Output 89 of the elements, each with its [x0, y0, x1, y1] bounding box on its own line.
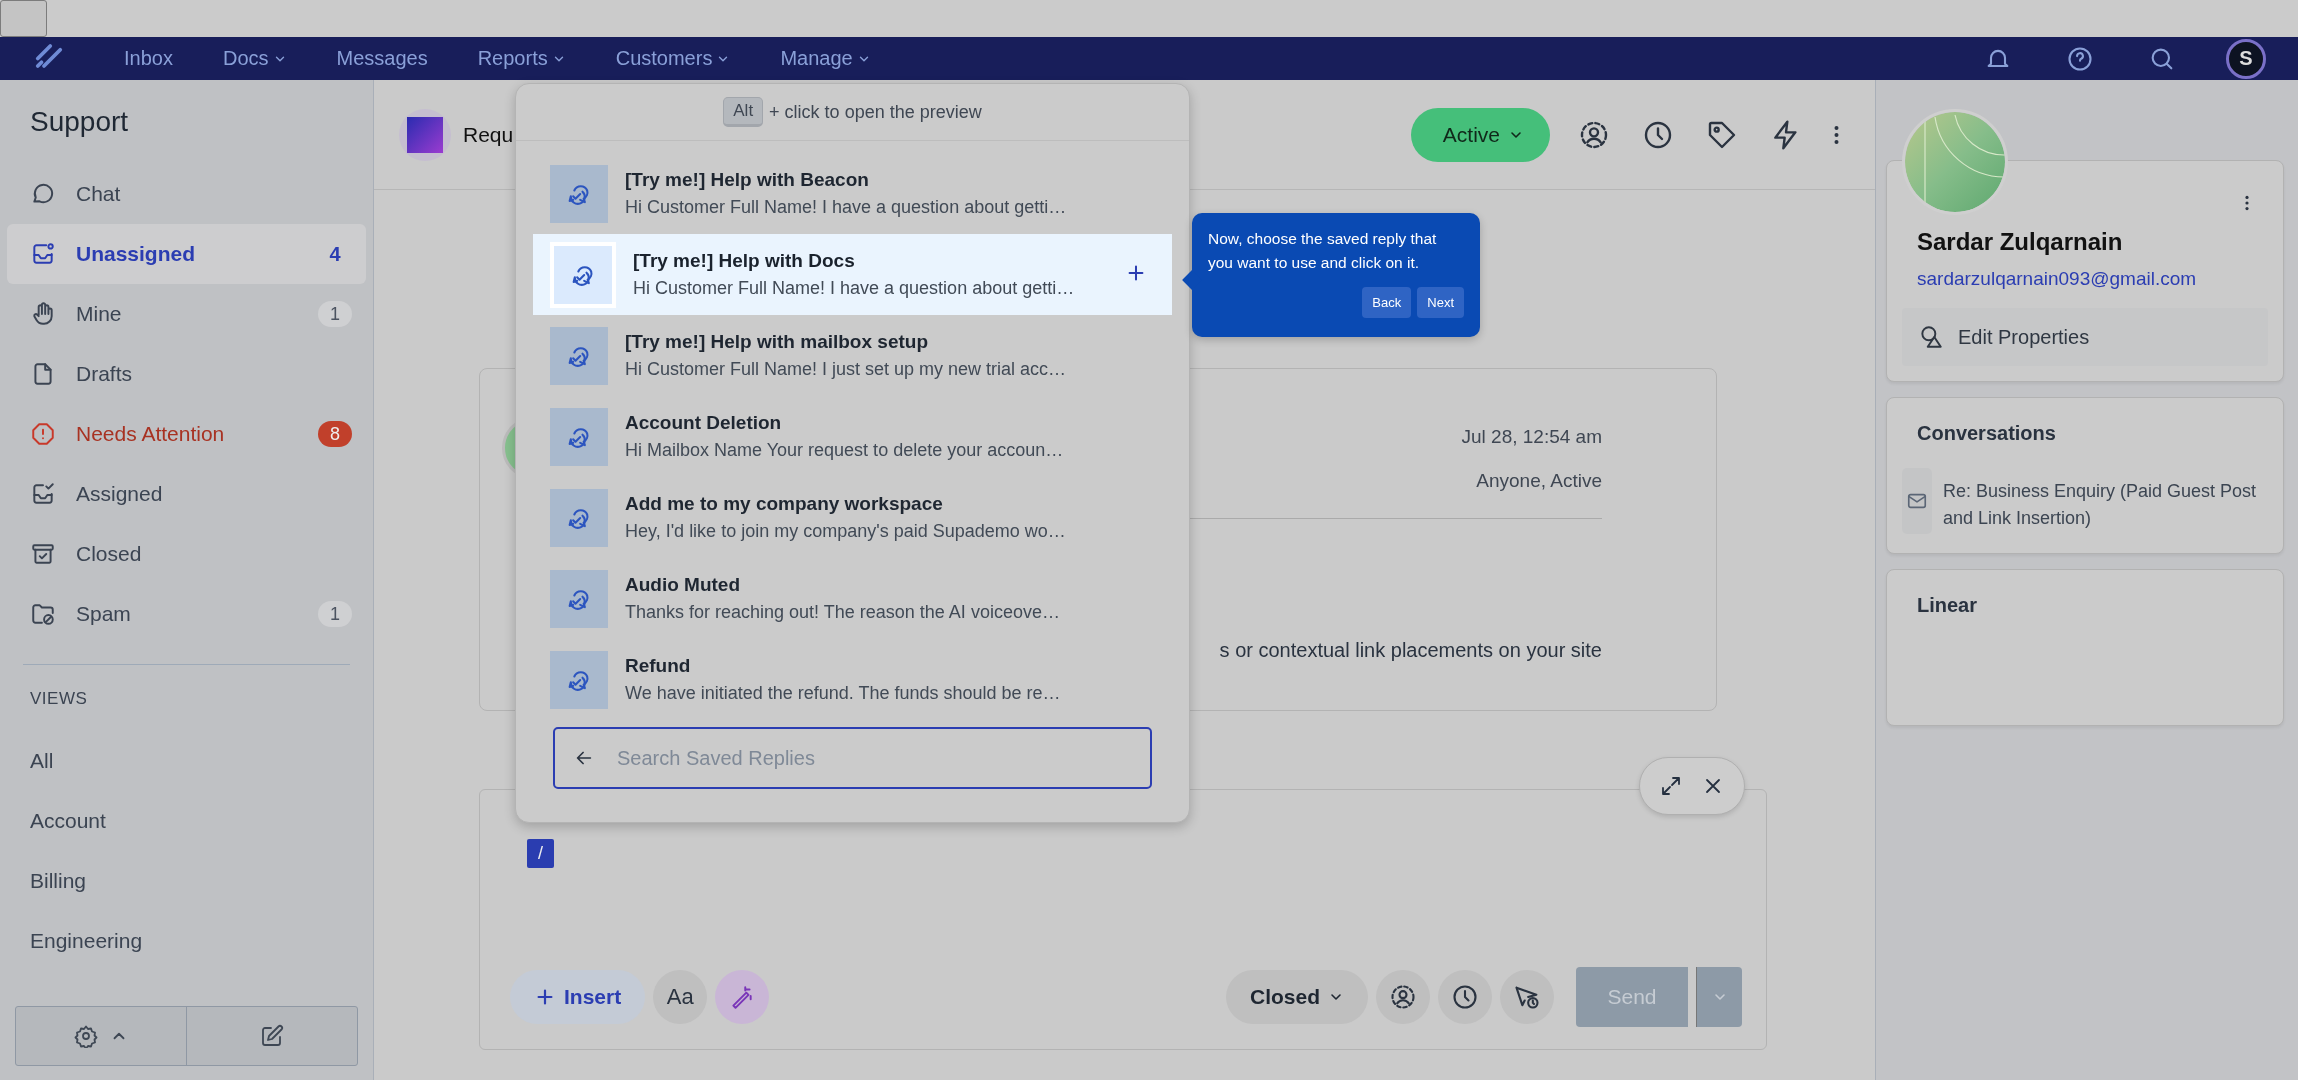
sidebar-item[interactable]: Spam 1: [7, 584, 366, 644]
reply-preview: Hi Mailbox Name Your request to delete your accoun…: [625, 440, 1064, 461]
nav-link[interactable]: Customers: [615, 47, 731, 70]
shapes-icon: [1918, 324, 1944, 350]
sidebar-title: Support: [29, 105, 130, 139]
nav-link[interactable]: Docs: [222, 47, 287, 70]
more-icon: [2245, 193, 2249, 213]
reply-preview: Hi Customer Full Name! I just set up my new trial acc…: [625, 359, 1067, 380]
view-item[interactable]: All: [7, 731, 366, 791]
sidebar-item[interactable]: Drafts: [7, 344, 366, 404]
reply-title: Add me to my company workspace: [625, 493, 944, 515]
archive-icon: [30, 541, 56, 567]
message-assignee: Anyone, Active: [1476, 470, 1602, 492]
sidebar-label: Closed: [76, 542, 143, 566]
reply-title: Audio Muted: [625, 574, 742, 596]
format-button[interactable]: Aa: [653, 970, 708, 1024]
card-heading: Linear: [1916, 593, 1979, 617]
tooltip-button[interactable]: Next: [1417, 287, 1464, 318]
sidebar-label: Needs Attention: [76, 422, 226, 446]
settings-icon: [74, 1024, 98, 1048]
customer-name: Sardar Zulqarnain: [1917, 228, 2124, 256]
alert-icon: [30, 421, 56, 447]
insert-button[interactable]: Insert: [510, 970, 646, 1024]
reply-title: [Try me!] Help with Beacon: [625, 169, 870, 191]
person-icon: [1389, 983, 1417, 1011]
sidebar-label: Drafts: [76, 362, 133, 386]
conversation-title: Requ: [463, 122, 514, 147]
sidebar-item[interactable]: Mine 1: [7, 284, 366, 344]
view-item[interactable]: Engineering: [7, 911, 366, 971]
saved-reply-item[interactable]: [Try me!] Help with Beacon Hi Customer Full Name! I have a question about getti…: [533, 153, 1172, 234]
nav-link[interactable]: Messages: [336, 47, 428, 70]
sidebar-item[interactable]: Assigned: [7, 464, 366, 524]
hand-icon: [30, 301, 56, 327]
user-avatar[interactable]: S: [2226, 38, 2266, 79]
reply-preview: Thanks for reaching out! The reason the AI voiceove…: [625, 602, 1060, 623]
edit-icon: [260, 1024, 284, 1048]
sidebar-label: Mine: [76, 302, 123, 326]
sidebar-label: Spam: [76, 602, 132, 626]
view-item[interactable]: Billing: [7, 851, 366, 911]
views-heading: VIEWS: [29, 689, 89, 710]
tooltip-button[interactable]: Back: [1362, 287, 1412, 318]
sidebar-label: Assigned: [76, 482, 164, 506]
slash-command: /: [527, 839, 554, 868]
count-badge: 1: [318, 601, 352, 627]
sidebar-item[interactable]: Closed: [7, 524, 366, 584]
nav-link[interactable]: Reports: [477, 47, 566, 70]
reply-title: [Try me!] Help with Docs: [633, 250, 856, 272]
sidebar-label: Chat: [76, 182, 122, 206]
nav-link[interactable]: Inbox: [124, 47, 173, 70]
sidebar-item[interactable]: Needs Attention 8: [7, 404, 366, 464]
message-date: Jul 28, 12:54 am: [1461, 426, 1602, 448]
reply-preview: Hi Customer Full Name! I have a question about getti…: [625, 197, 1067, 218]
edit-properties-button[interactable]: Edit Properties: [1902, 308, 2268, 366]
sidebar-item[interactable]: Chat: [7, 164, 366, 224]
saved-reply-item[interactable]: [Try me!] Help with mailbox setup Hi Customer Full Name! I just set up my new trial acc…: [533, 315, 1172, 396]
expand-icon: [1659, 774, 1683, 798]
hint-text: + click to open the preview: [769, 101, 982, 123]
count-badge: 1: [318, 301, 352, 327]
tooltip-text: Now, choose the saved reply that you want to use and click on it.: [1208, 229, 1438, 273]
inbox-check-icon: [30, 481, 56, 507]
reply-preview: Hey, I'd like to join my company's paid Supademo wo…: [625, 521, 1066, 542]
status-dropdown[interactable]: Closed: [1226, 970, 1368, 1024]
conversation-link[interactable]: Re: Business Enquiry (Paid Guest Post and Link Insertion): [1942, 468, 2268, 534]
count-label: 4: [328, 241, 342, 267]
reply-title: Account Deletion: [625, 412, 783, 434]
count-badge: 8: [318, 421, 352, 447]
nav-link[interactable]: Manage: [780, 47, 871, 70]
customer-email[interactable]: sardarzulqarnain093@gmail.com: [1902, 256, 2268, 290]
reply-preview: Hi Customer Full Name! I have a question about getti…: [633, 278, 1075, 299]
sidebar-item[interactable]: Unassigned 4: [7, 224, 366, 284]
sidebar-label: Unassigned: [76, 242, 197, 266]
status-button[interactable]: Active: [1410, 107, 1550, 162]
reply-preview: We have initiated the refund. The funds should be re…: [625, 683, 1061, 704]
clock-icon: [1451, 983, 1479, 1011]
saved-reply-item[interactable]: [Try me!] Help with Docs Hi Customer Full Name! I have a question about getti…: [533, 234, 1172, 315]
logo-icon: [34, 41, 64, 71]
saved-reply-item[interactable]: Add me to my company workspace Hey, I'd like to join my company's paid Supademo wo…: [533, 477, 1172, 558]
saved-reply-item[interactable]: Audio Muted Thanks for reaching out! The reason the AI voiceove…: [533, 558, 1172, 639]
card-heading: Conversations: [1916, 421, 2057, 445]
saved-reply-item[interactable]: Refund We have initiated the refund. The funds should be re…: [533, 639, 1172, 716]
saved-reply-item[interactable]: Account Deletion Hi Mailbox Name Your request to delete your accoun…: [533, 396, 1172, 477]
message-text: s or contextual link placements on your site: [1219, 639, 1602, 662]
key-hint: Alt: [723, 97, 764, 127]
search-field[interactable]: Search Saved Replies: [553, 727, 1152, 789]
reply-title: [Try me!] Help with mailbox setup: [625, 331, 929, 353]
folder-icon: [30, 601, 56, 627]
view-item[interactable]: Account: [7, 791, 366, 851]
inbox-icon: [30, 241, 56, 267]
reply-title: Refund: [625, 655, 692, 677]
